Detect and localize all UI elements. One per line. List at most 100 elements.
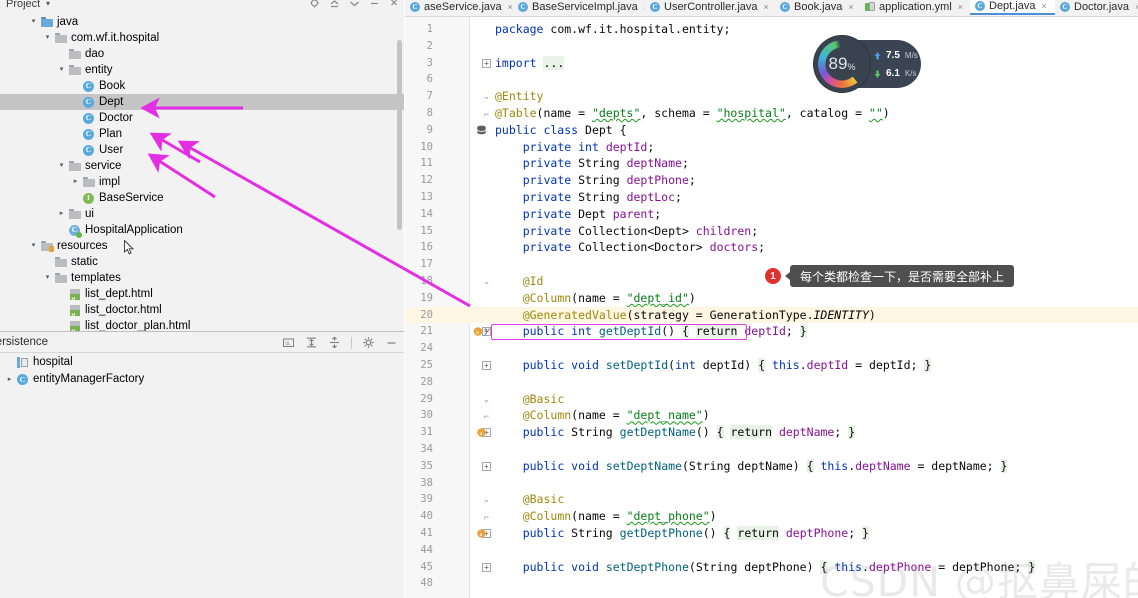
- java-class-icon: C: [15, 372, 30, 388]
- code-line[interactable]: 44: [405, 542, 1138, 559]
- code-line[interactable]: 25 public void setDeptId(int deptId) { t…: [405, 357, 1138, 374]
- code-line[interactable]: 39 @Basic: [405, 491, 1138, 508]
- code-line[interactable]: 20 @GeneratedValue(strategy = Generation…: [405, 306, 1138, 324]
- tree-item-hospitalapplication[interactable]: C HospitalApplication: [0, 222, 404, 238]
- tree-item-baseservice[interactable]: I BaseService: [0, 190, 404, 206]
- tree-item-resources[interactable]: ▾ resources: [0, 238, 404, 254]
- chevron-down-icon[interactable]: ▾: [56, 158, 67, 174]
- code-line[interactable]: 1 package com.wf.it.hospital.entity;: [405, 21, 1138, 38]
- chevron-down-icon[interactable]: ▾: [42, 30, 53, 46]
- code-line[interactable]: 38: [405, 475, 1138, 492]
- code-line[interactable]: 3 import ...: [405, 55, 1138, 72]
- code-line[interactable]: 14 private Dept parent;: [405, 206, 1138, 223]
- tree-item-entity[interactable]: ▾ entity: [0, 62, 404, 78]
- tree-item-ui[interactable]: ▸ ui: [0, 206, 404, 222]
- tree-item-list-doctor-plan-html[interactable]: list_doctor_plan.html: [0, 318, 404, 331]
- module-folder-icon: [67, 206, 82, 222]
- code-line[interactable]: 31 public String getDeptName() { return …: [405, 424, 1138, 441]
- persistence-item-hospital[interactable]: hospital: [0, 354, 404, 371]
- settings-icon[interactable]: [309, 0, 320, 8]
- tree-item-static[interactable]: static: [0, 254, 404, 270]
- tree-item-doctor[interactable]: C Doctor: [0, 110, 404, 126]
- sql-console-icon[interactable]: QL: [282, 336, 295, 349]
- code-line[interactable]: 30 @Column(name = "dept_name"): [405, 407, 1138, 424]
- code-line[interactable]: 34: [405, 441, 1138, 458]
- line-number: 31: [420, 426, 433, 439]
- chevron-down-icon[interactable]: ▾: [42, 270, 53, 286]
- persistence-tree[interactable]: hospital ▸ CentityManagerFactory: [0, 354, 404, 388]
- code-line[interactable]: 21 public int getDeptId() { return deptI…: [405, 323, 1138, 340]
- code-line[interactable]: 11 private String deptName;: [405, 155, 1138, 172]
- mouse-cursor: [124, 239, 135, 256]
- code-line[interactable]: 29 @Basic: [405, 391, 1138, 408]
- editor-tab-book-java[interactable]: C Book.java ×: [775, 0, 860, 15]
- code-line[interactable]: 13 private String deptLoc;: [405, 189, 1138, 206]
- network-speed-widget[interactable]: 89% 7.5 M/s 6.1 K/s: [814, 36, 921, 92]
- code-editor[interactable]: +⌄⌐⌄⌐+a+⌄⌐+a+⌄⌐+a+ 1package com.wf.it.ho…: [405, 17, 1138, 598]
- tree-item-com-wf-it-hospital[interactable]: ▾ com.wf.it.hospital: [0, 30, 404, 46]
- chevron-right-icon[interactable]: ▸: [4, 372, 15, 388]
- tree-item-list-doctor-html[interactable]: list_doctor.html: [0, 302, 404, 324]
- code-line[interactable]: 7 @Entity: [405, 88, 1138, 105]
- project-tree-scrollbar[interactable]: [397, 40, 402, 230]
- line-number: 30: [420, 409, 433, 422]
- chevron-down-icon[interactable]: ▾: [28, 14, 39, 30]
- code-line[interactable]: 40 @Column(name = "dept_phone"): [405, 508, 1138, 525]
- persistence-item-entitymanagerfactory[interactable]: ▸ CentityManagerFactory: [0, 371, 404, 388]
- code-line[interactable]: 2: [405, 38, 1138, 55]
- tree-item-dept[interactable]: C Dept: [0, 94, 404, 110]
- tree-item-impl[interactable]: ▸ impl: [0, 174, 404, 190]
- minimize-icon[interactable]: [385, 336, 398, 349]
- chevron-down-icon[interactable]: ▾: [46, 0, 50, 8]
- code-text: @Column(name = "dept_phone"): [522, 509, 717, 524]
- code-line[interactable]: 28: [405, 374, 1138, 391]
- code-line[interactable]: 6: [405, 71, 1138, 88]
- tree-item-dao[interactable]: dao: [0, 46, 404, 62]
- code-line[interactable]: 15 private Collection<Dept> children;: [405, 223, 1138, 240]
- tree-item-service[interactable]: ▾ service: [0, 158, 404, 174]
- editor-tab-aseservice-java[interactable]: CaseService.java ×: [405, 0, 513, 15]
- close-tab-icon[interactable]: ×: [958, 2, 963, 12]
- collapse-all-icon[interactable]: [328, 336, 341, 349]
- code-line[interactable]: 35 public void setDeptName(String deptNa…: [405, 458, 1138, 475]
- editor-tab-dept-java[interactable]: C Dept.java ×: [970, 0, 1055, 15]
- code-line[interactable]: 12 private String deptPhone;: [405, 172, 1138, 189]
- code-line[interactable]: 10 private int deptId;: [405, 139, 1138, 156]
- chevron-right-icon[interactable]: ▸: [70, 174, 81, 190]
- project-file-tree[interactable]: ▾ java ▾ com.wf.it.hospital dao ▾ entity C Book C…: [0, 14, 404, 331]
- code-line[interactable]: 9 public class Dept {: [405, 122, 1138, 139]
- tree-item-book[interactable]: C Book: [0, 78, 404, 94]
- editor-tab-usercontroller-java[interactable]: C UserController.java ×: [645, 0, 775, 15]
- editor-tab-doctor-java[interactable]: CDoctor.java×: [1055, 0, 1138, 15]
- code-line[interactable]: 8 @Table(name = "depts", schema = "hospit…: [405, 105, 1138, 122]
- collapse-icon[interactable]: [329, 0, 340, 8]
- code-line[interactable]: 24: [405, 340, 1138, 357]
- hide-icon[interactable]: [349, 0, 360, 8]
- close-tab-icon[interactable]: ×: [1041, 1, 1046, 11]
- editor-tab-bar[interactable]: CaseService.java×CBaseServiceImpl.java×C…: [405, 0, 1138, 17]
- expand-all-icon[interactable]: [305, 336, 318, 349]
- code-line[interactable]: 48: [405, 575, 1138, 592]
- code-line[interactable]: 45 public void setDeptPhone(String deptP…: [405, 559, 1138, 576]
- chevron-down-icon[interactable]: ▾: [56, 62, 67, 78]
- code-line[interactable]: 19 @Column(name = "dept_id"): [405, 290, 1138, 307]
- tree-item-user[interactable]: C User: [0, 142, 404, 158]
- editor-tab-baseserviceimpl-java[interactable]: CBaseServiceImpl.java×: [513, 0, 645, 15]
- tree-item-templates[interactable]: ▾ templates: [0, 270, 404, 286]
- tree-item-label: list_doctor_plan.html: [85, 320, 191, 331]
- close-tab-icon[interactable]: ×: [764, 2, 769, 12]
- editor-tab-application-yml[interactable]: application.yml ×: [860, 0, 970, 15]
- minimize-icon[interactable]: [369, 0, 380, 8]
- tree-item-label: User: [99, 144, 124, 156]
- code-line[interactable]: 16 private Collection<Doctor> doctors;: [405, 239, 1138, 256]
- close-icon[interactable]: [389, 0, 400, 8]
- close-tab-icon[interactable]: ×: [848, 2, 853, 12]
- tree-item-plan[interactable]: C Plan: [0, 126, 404, 142]
- gear-icon[interactable]: [362, 336, 375, 349]
- tree-item-java[interactable]: ▾ java: [0, 14, 404, 30]
- code-line[interactable]: 41 public String getDeptPhone() { return…: [405, 525, 1138, 542]
- chevron-right-icon[interactable]: ▸: [56, 206, 67, 222]
- tree-item-list-dept-html[interactable]: list_dept.html: [0, 286, 404, 308]
- line-number: 41: [420, 527, 433, 539]
- chevron-down-icon[interactable]: ▾: [28, 238, 39, 254]
